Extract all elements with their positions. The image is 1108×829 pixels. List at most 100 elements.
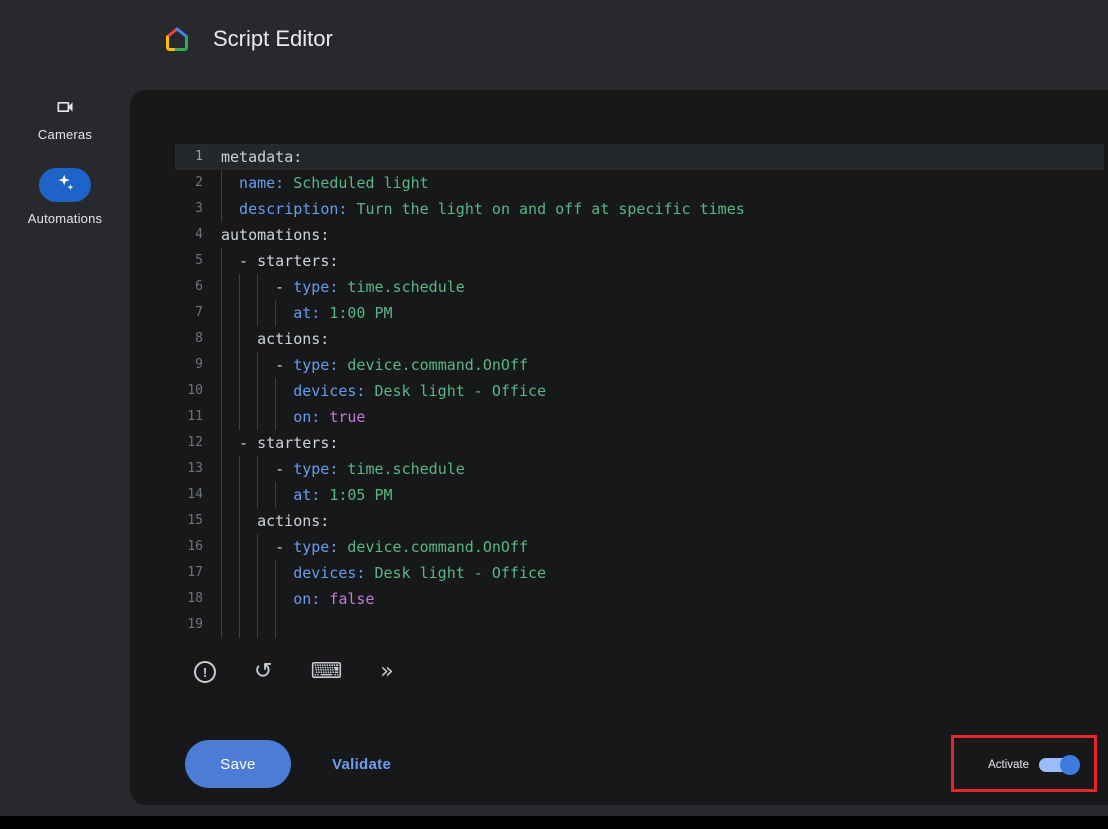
bottom-black-strip — [0, 816, 1108, 829]
indent-guide — [221, 508, 239, 534]
activate-control: Activate — [988, 754, 1080, 776]
activate-label: Activate — [988, 759, 1029, 771]
indent-guide — [221, 326, 239, 352]
indent-guide — [221, 300, 239, 326]
code-line[interactable]: 5- starters: — [175, 248, 1104, 274]
code-line[interactable]: 10devices: Desk light - Office — [175, 378, 1104, 404]
page-title: Script Editor — [213, 0, 333, 78]
code-line-text: description: Turn the light on and off a… — [221, 196, 745, 222]
sidebar-item-automations[interactable]: Automations — [0, 168, 130, 226]
line-number: 5 — [175, 248, 221, 274]
line-number: 9 — [175, 352, 221, 378]
code-line-text: name: Scheduled light — [221, 170, 429, 196]
active-nav-pill — [39, 168, 91, 202]
line-number: 2 — [175, 170, 221, 196]
code-line[interactable]: 8actions: — [175, 326, 1104, 352]
editor-toolbar: ! ↺ ⌨ » — [194, 654, 394, 690]
more-tools-icon[interactable]: » — [380, 660, 393, 684]
history-icon[interactable]: ↺ — [254, 660, 272, 684]
indent-guide — [275, 560, 293, 586]
indent-guide — [257, 274, 275, 300]
code-line[interactable]: 6- type: time.schedule — [175, 274, 1104, 300]
code-line[interactable]: 3description: Turn the light on and off … — [175, 196, 1104, 222]
code-line[interactable]: 4automations: — [175, 222, 1104, 248]
indent-guide — [239, 534, 257, 560]
indent-guide — [257, 300, 275, 326]
indent-guide — [221, 534, 239, 560]
sidebar-item-label: Automations — [28, 211, 102, 226]
line-number: 6 — [175, 274, 221, 300]
code-line[interactable]: 16- type: device.command.OnOff — [175, 534, 1104, 560]
code-line-text: at: 1:00 PM — [221, 300, 393, 326]
save-button[interactable]: Save — [185, 740, 291, 788]
indent-guide — [275, 378, 293, 404]
indent-guide — [239, 482, 257, 508]
indent-guide — [239, 326, 257, 352]
indent-guide — [239, 300, 257, 326]
line-number: 12 — [175, 430, 221, 456]
code-line[interactable]: 11on: true — [175, 404, 1104, 430]
code-line-text: actions: — [221, 326, 329, 352]
line-number: 13 — [175, 456, 221, 482]
code-line[interactable]: 7at: 1:00 PM — [175, 300, 1104, 326]
editor-panel: 1metadata:2name: Scheduled light3descrip… — [130, 90, 1108, 805]
top-bar: Script Editor — [0, 0, 1108, 78]
code-line[interactable]: 15actions: — [175, 508, 1104, 534]
indent-guide — [257, 378, 275, 404]
indent-guide — [275, 586, 293, 612]
indent-guide — [221, 196, 239, 222]
indent-guide — [275, 482, 293, 508]
line-number: 1 — [175, 144, 221, 170]
problems-icon[interactable]: ! — [194, 661, 216, 683]
keyboard-icon[interactable]: ⌨ — [310, 660, 342, 684]
code-line-text: - type: time.schedule — [221, 456, 465, 482]
indent-guide — [257, 586, 275, 612]
indent-guide — [239, 586, 257, 612]
indent-guide — [275, 300, 293, 326]
sidebar-item-cameras[interactable]: Cameras — [0, 96, 130, 142]
activate-toggle[interactable] — [1038, 754, 1080, 776]
indent-guide — [239, 378, 257, 404]
indent-guide — [239, 352, 257, 378]
line-number: 16 — [175, 534, 221, 560]
indent-guide — [275, 404, 293, 430]
line-number: 19 — [175, 612, 221, 638]
code-line-text — [221, 612, 293, 638]
code-editor[interactable]: 1metadata:2name: Scheduled light3descrip… — [175, 144, 1104, 638]
indent-guide — [221, 274, 239, 300]
code-line[interactable]: 14at: 1:05 PM — [175, 482, 1104, 508]
indent-guide — [275, 612, 293, 638]
code-line[interactable]: 13- type: time.schedule — [175, 456, 1104, 482]
indent-guide — [239, 508, 257, 534]
code-line-text: actions: — [221, 508, 329, 534]
code-line-text: - type: time.schedule — [221, 274, 465, 300]
indent-guide — [239, 404, 257, 430]
code-line[interactable]: 18on: false — [175, 586, 1104, 612]
code-line[interactable]: 9- type: device.command.OnOff — [175, 352, 1104, 378]
line-number: 3 — [175, 196, 221, 222]
code-line[interactable]: 2name: Scheduled light — [175, 170, 1104, 196]
google-home-logo-icon — [163, 25, 191, 53]
indent-guide — [257, 352, 275, 378]
code-line[interactable]: 1metadata: — [175, 144, 1104, 170]
line-number: 18 — [175, 586, 221, 612]
code-line[interactable]: 17devices: Desk light - Office — [175, 560, 1104, 586]
code-line-text: devices: Desk light - Office — [221, 560, 546, 586]
validate-button[interactable]: Validate — [320, 740, 403, 788]
code-line-text: on: false — [221, 586, 374, 612]
code-line-text: at: 1:05 PM — [221, 482, 393, 508]
line-number: 14 — [175, 482, 221, 508]
code-line-text: on: true — [221, 404, 365, 430]
code-line-text: - starters: — [221, 430, 338, 456]
sidebar: Cameras Automations — [0, 78, 130, 829]
line-number: 15 — [175, 508, 221, 534]
code-line-text: devices: Desk light - Office — [221, 378, 546, 404]
indent-guide — [221, 586, 239, 612]
indent-guide — [257, 482, 275, 508]
code-line-text: automations: — [221, 222, 329, 248]
indent-guide — [221, 560, 239, 586]
code-line[interactable]: 12- starters: — [175, 430, 1104, 456]
code-line[interactable]: 19 — [175, 612, 1104, 638]
code-line-text: - type: device.command.OnOff — [221, 534, 528, 560]
line-number: 8 — [175, 326, 221, 352]
